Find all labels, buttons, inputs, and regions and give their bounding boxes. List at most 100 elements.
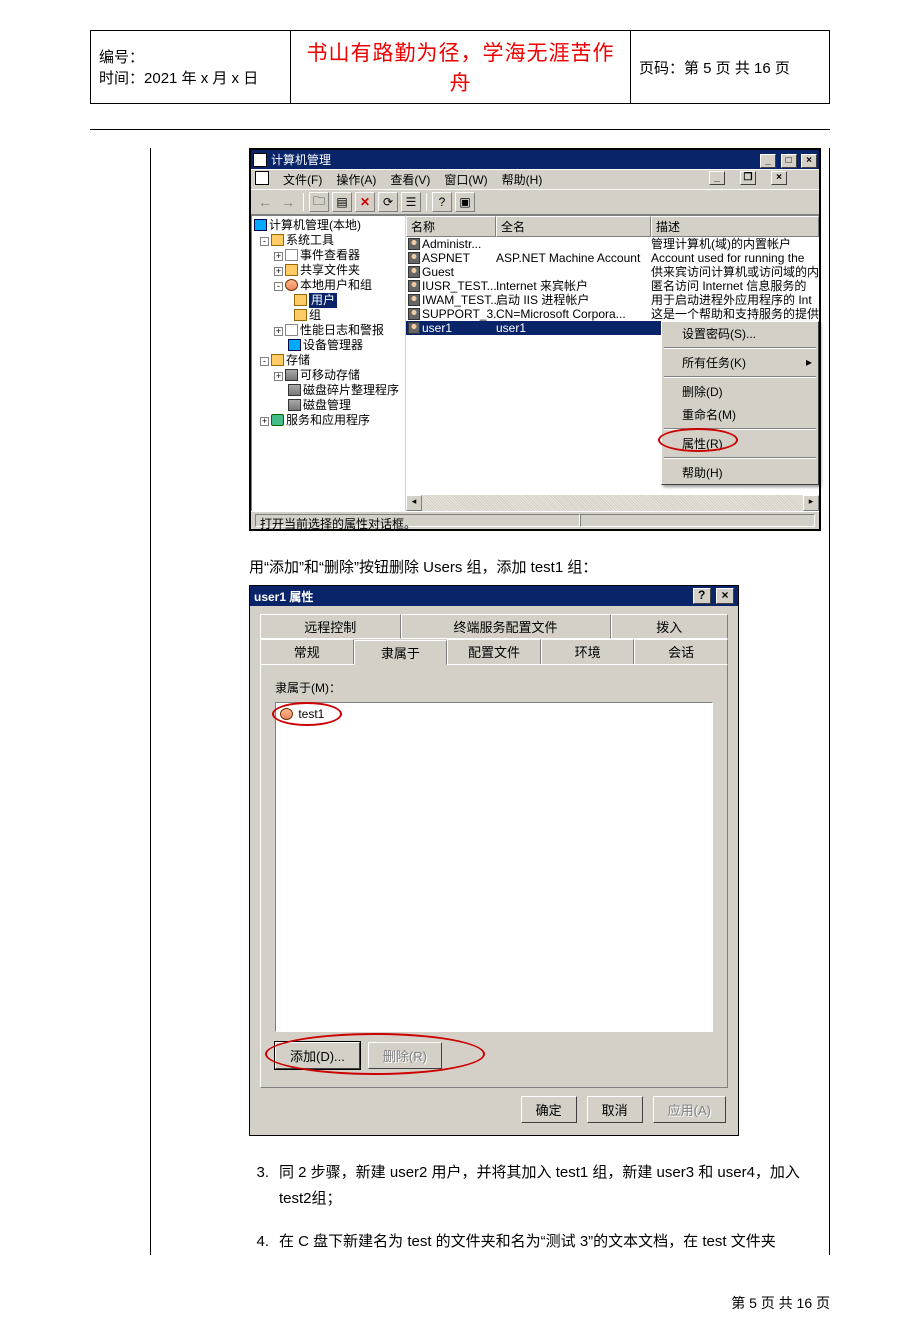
tree-eventviewer[interactable]: +事件查看器 [254,248,405,263]
col-desc[interactable]: 描述 [651,216,819,237]
context-setpassword[interactable]: 设置密码(S)... [662,322,818,345]
tree-root[interactable]: 计算机管理(本地) [254,218,405,233]
scroll-right-icon[interactable]: ▸ [803,495,819,511]
instruction-text: 用“添加”和“删除”按钮删除 Users 组，添加 test1 组： [249,556,821,577]
mdi-minimize-button[interactable]: _ [709,171,725,185]
list-row[interactable]: Administr...管理计算机(域)的内置帐户 [406,237,819,251]
tree-users[interactable]: 用户 [254,293,405,308]
tree-diskmgmt[interactable]: 磁盘管理 [254,398,405,413]
dialog-title-bar: user1 属性 ? × [250,586,738,606]
horiz-scrollbar[interactable]: ◂ ▸ [406,495,819,511]
mdi-restore-button[interactable]: ❐ [740,171,756,185]
ok-button[interactable]: 确定 [521,1096,577,1123]
page-number: 页码：第 5 页 共 16 页 [639,60,790,77]
col-name[interactable]: 名称 [406,216,496,237]
status-bar: 打开当前选择的属性对话框。 [251,511,819,529]
user-icon [408,322,420,334]
window-title: 计算机管理 [271,151,331,168]
toolbar-up-icon[interactable]: 🗀 [309,192,329,212]
tree-storage[interactable]: -存储 [254,353,405,368]
dialog-title: user1 属性 [254,588,313,605]
maximize-button[interactable]: □ [781,154,797,168]
context-alltasks[interactable]: 所有任务(K)▸ [662,351,818,374]
step-number: 3. [249,1160,279,1211]
toolbar-properties-icon[interactable]: ▤ [332,192,352,212]
group-list[interactable]: test1 [275,702,713,1032]
user-icon [408,266,420,278]
minimize-button[interactable]: _ [760,154,776,168]
toolbar-delete-icon[interactable]: ✕ [355,192,375,212]
tree-shared[interactable]: +共享文件夹 [254,263,405,278]
tab-profile[interactable]: 配置文件 [447,639,541,664]
tab-terminal[interactable]: 终端服务配置文件 [401,614,611,639]
user-icon [408,280,420,292]
step-4: 4. 在 C 盘下新建名为 test 的文件夹和名为“测试 3”的文本文档，在 … [249,1229,821,1255]
submenu-arrow-icon: ▸ [806,355,812,369]
tree-view[interactable]: 计算机管理(本地) -系统工具 +事件查看器 +共享文件夹 -本地用户和组 用户… [251,215,406,511]
status-text: 打开当前选择的属性对话框。 [255,514,580,527]
app-icon [253,153,267,167]
header-id: 编号： [99,46,282,67]
context-properties[interactable]: 属性(R) [662,432,818,455]
tree-defrag[interactable]: 磁盘碎片整理程序 [254,383,405,398]
menu-file[interactable]: 文件(F) [283,171,322,188]
cancel-button[interactable]: 取消 [587,1096,643,1123]
mdi-close-button[interactable]: × [771,171,787,185]
tree-devmgr[interactable]: 设备管理器 [254,338,405,353]
header-time: 时间：2021 年 x 月 x 日 [99,67,282,88]
help-button[interactable]: ? [693,588,711,604]
toolbar-export-icon[interactable]: ☰ [401,192,421,212]
scroll-left-icon[interactable]: ◂ [406,495,422,511]
toolbar-help-icon[interactable]: ? [432,192,452,212]
tree-removable[interactable]: +可移动存储 [254,368,405,383]
user-icon [408,308,420,320]
list-row[interactable]: IUSR_TEST...Internet 来宾帐户匿名访问 Internet 信… [406,279,819,293]
tab-session[interactable]: 会话 [634,639,728,664]
context-help[interactable]: 帮助(H) [662,461,818,484]
tree-groups[interactable]: 组 [254,308,405,323]
menu-bar: 文件(F) 操作(A) 查看(V) 窗口(W) 帮助(H) _ ❐ × [251,169,819,189]
context-menu: 设置密码(S)... 所有任务(K)▸ 删除(D) 重命名(M) 属性(R) [661,321,819,485]
toolbar-extra-icon[interactable]: ▣ [455,192,475,212]
tree-localusers[interactable]: -本地用户和组 [254,278,405,293]
mdi-icon [255,171,269,185]
memberof-label: 隶属于(M)： [275,679,713,696]
toolbar-forward[interactable]: → [278,192,298,212]
tree-systools[interactable]: -系统工具 [254,233,405,248]
close-button[interactable]: × [801,154,817,168]
step-text: 同 2 步骤，新建 user2 用户，并将其加入 test1 组，新建 user… [279,1160,821,1211]
tab-dialin[interactable]: 拨入 [611,614,729,639]
title-bar: 计算机管理 _ □ × [251,150,819,169]
col-fullname[interactable]: 全名 [496,216,651,237]
doc-header-table: 编号： 时间：2021 年 x 月 x 日 书山有路勤为径，学海无涯苦作舟 页码… [90,30,830,104]
list-row[interactable]: ASPNETASP.NET Machine AccountAccount use… [406,251,819,265]
context-delete[interactable]: 删除(D) [662,380,818,403]
menu-view[interactable]: 查看(V) [390,171,430,188]
close-button[interactable]: × [716,588,734,604]
computer-management-window: 计算机管理 _ □ × 文件(F) 操作(A) 查看(V) 窗口(W) 帮助(H… [249,148,821,531]
list-row[interactable]: Guest供来宾访问计算机或访问域的内 [406,265,819,279]
step-3: 3. 同 2 步骤，新建 user2 用户，并将其加入 test1 组，新建 u… [249,1160,821,1211]
tree-perf[interactable]: +性能日志和警报 [254,323,405,338]
tab-remote[interactable]: 远程控制 [260,614,401,639]
list-view[interactable]: 名称 全名 描述 Administr...管理计算机(域)的内置帐户 ASPNE… [406,215,819,511]
list-row[interactable]: SUPPORT_3...CN=Microsoft Corpora...这是一个帮… [406,307,819,321]
menu-action[interactable]: 操作(A) [336,171,376,188]
tab-environment[interactable]: 环境 [541,639,635,664]
tab-memberof[interactable]: 隶属于 [354,640,448,665]
menu-help[interactable]: 帮助(H) [502,171,543,188]
toolbar: ← → 🗀 ▤ ✕ ⟳ ☰ ? ▣ [251,189,819,215]
apply-button[interactable]: 应用(A) [653,1096,726,1123]
user-icon [408,238,420,250]
tree-services[interactable]: +服务和应用程序 [254,413,405,428]
page-footer: 第 5 页 共 16 页 [0,1275,920,1323]
tab-general[interactable]: 常规 [260,639,354,664]
step-text: 在 C 盘下新建名为 test 的文件夹和名为“测试 3”的文本文档，在 tes… [279,1229,776,1255]
menu-window[interactable]: 窗口(W) [444,171,487,188]
toolbar-refresh-icon[interactable]: ⟳ [378,192,398,212]
list-row[interactable]: IWAM_TEST...启动 IIS 进程帐户用于启动进程外应用程序的 Int [406,293,819,307]
toolbar-back[interactable]: ← [255,192,275,212]
list-columns: 名称 全名 描述 [406,216,819,237]
user-icon [408,294,420,306]
context-rename[interactable]: 重命名(M) [662,403,818,426]
